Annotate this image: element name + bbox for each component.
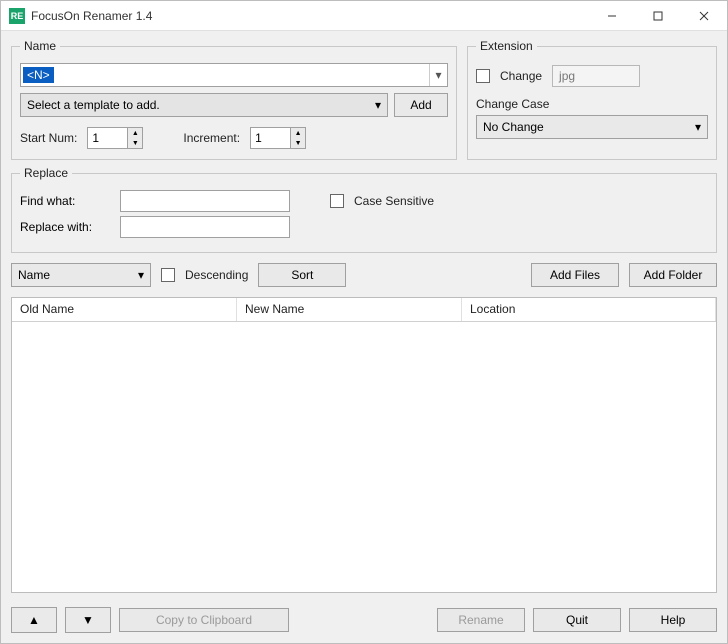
chevron-down-icon: ▾ xyxy=(429,64,447,86)
spinner-down-icon[interactable]: ▼ xyxy=(128,138,142,148)
replace-with-label: Replace with: xyxy=(20,220,110,234)
titlebar: RE FocusOn Renamer 1.4 xyxy=(1,1,727,31)
replace-group: Replace Find what: Case Sensitive Replac… xyxy=(11,166,717,253)
minimize-icon xyxy=(607,11,617,21)
add-template-button[interactable]: Add xyxy=(394,93,448,117)
descending-label: Descending xyxy=(185,268,248,282)
descending-checkbox[interactable] xyxy=(161,268,175,282)
quit-button[interactable]: Quit xyxy=(533,608,621,632)
col-new-name[interactable]: New Name xyxy=(237,298,462,321)
start-num-input[interactable] xyxy=(87,127,127,149)
col-old-name[interactable]: Old Name xyxy=(12,298,237,321)
chevron-down-icon: ▾ xyxy=(375,98,381,112)
spinner-up-icon[interactable]: ▲ xyxy=(291,128,305,138)
start-num-label: Start Num: xyxy=(20,131,77,145)
table-header: Old Name New Name Location xyxy=(12,298,716,322)
move-down-button[interactable]: ▼ xyxy=(65,607,111,633)
extension-field: jpg xyxy=(552,65,640,87)
case-sensitive-checkbox[interactable] xyxy=(330,194,344,208)
file-table[interactable]: Old Name New Name Location xyxy=(11,297,717,593)
increment-label: Increment: xyxy=(183,131,240,145)
increment-spinner[interactable]: ▲▼ xyxy=(250,127,306,149)
name-pattern-combo[interactable]: <N> ▾ xyxy=(20,63,448,87)
rename-button[interactable]: Rename xyxy=(437,608,525,632)
add-folder-button[interactable]: Add Folder xyxy=(629,263,717,287)
replace-legend: Replace xyxy=(20,166,72,180)
sort-field-combo[interactable]: Name ▾ xyxy=(11,263,151,287)
replace-with-input[interactable] xyxy=(120,216,290,238)
maximize-icon xyxy=(653,11,663,21)
copy-clipboard-button[interactable]: Copy to Clipboard xyxy=(119,608,289,632)
window-title: FocusOn Renamer 1.4 xyxy=(31,9,152,23)
triangle-up-icon: ▲ xyxy=(28,613,40,627)
footer-bar: ▲ ▼ Copy to Clipboard Rename Quit Help xyxy=(1,601,727,643)
name-legend: Name xyxy=(20,39,60,53)
close-icon xyxy=(699,11,709,21)
change-case-label: Change Case xyxy=(476,97,708,111)
sort-row: Name ▾ Descending Sort Add Files Add Fol… xyxy=(11,263,717,287)
increment-input[interactable] xyxy=(250,127,290,149)
find-what-input[interactable] xyxy=(120,190,290,212)
template-placeholder: Select a template to add. xyxy=(27,98,160,112)
triangle-down-icon: ▼ xyxy=(82,613,94,627)
change-case-value: No Change xyxy=(483,120,544,134)
change-case-combo[interactable]: No Change ▾ xyxy=(476,115,708,139)
extension-group: Extension Change jpg Change Case No Chan… xyxy=(467,39,717,160)
sort-button[interactable]: Sort xyxy=(258,263,346,287)
change-ext-checkbox[interactable] xyxy=(476,69,490,83)
name-group: Name <N> ▾ Select a template to add. ▾ A… xyxy=(11,39,457,160)
chevron-down-icon: ▾ xyxy=(695,120,701,134)
spinner-up-icon[interactable]: ▲ xyxy=(128,128,142,138)
move-up-button[interactable]: ▲ xyxy=(11,607,57,633)
help-button[interactable]: Help xyxy=(629,608,717,632)
maximize-button[interactable] xyxy=(635,1,681,31)
change-ext-label: Change xyxy=(500,69,542,83)
spinner-down-icon[interactable]: ▼ xyxy=(291,138,305,148)
chevron-down-icon: ▾ xyxy=(138,268,144,282)
case-sensitive-label: Case Sensitive xyxy=(354,194,434,208)
find-what-label: Find what: xyxy=(20,194,110,208)
start-num-spinner[interactable]: ▲▼ xyxy=(87,127,143,149)
app-window: RE FocusOn Renamer 1.4 Name <N> ▾ Select xyxy=(0,0,728,644)
sort-field-value: Name xyxy=(18,268,50,282)
add-files-button[interactable]: Add Files xyxy=(531,263,619,287)
table-body[interactable] xyxy=(12,322,716,592)
app-icon: RE xyxy=(9,8,25,24)
col-location[interactable]: Location xyxy=(462,298,716,321)
close-button[interactable] xyxy=(681,1,727,31)
minimize-button[interactable] xyxy=(589,1,635,31)
template-combo[interactable]: Select a template to add. ▾ xyxy=(20,93,388,117)
extension-legend: Extension xyxy=(476,39,537,53)
name-pattern-value: <N> xyxy=(23,67,54,83)
